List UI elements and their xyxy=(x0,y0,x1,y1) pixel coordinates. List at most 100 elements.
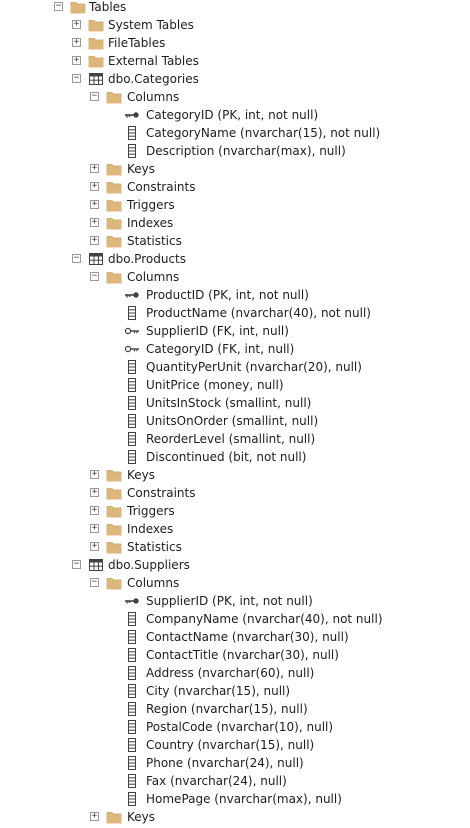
expand-toggle[interactable]: + xyxy=(90,542,99,551)
tree-node-productname-nvarchar-40-not-null[interactable]: ProductName (nvarchar(40), not null) xyxy=(0,304,470,322)
expand-toggle[interactable]: + xyxy=(90,218,99,227)
object-explorer-tree: − Tables + System Tables + FileTables + Ext… xyxy=(0,0,470,824)
tree-node-fax-nvarchar-24-null[interactable]: Fax (nvarchar(24), null) xyxy=(0,772,470,790)
tree-node-statistics[interactable]: + Statistics xyxy=(0,232,470,250)
tree-node-categoryid-pk-int-not-null[interactable]: CategoryID (PK, int, not null) xyxy=(0,106,470,124)
tree-node-supplierid-pk-int-not-null[interactable]: SupplierID (PK, int, not null) xyxy=(0,592,470,610)
column-icon xyxy=(124,611,140,627)
tree-node-region-nvarchar-15-null[interactable]: Region (nvarchar(15), null) xyxy=(0,700,470,718)
tree-node-statistics[interactable]: + Statistics xyxy=(0,538,470,556)
tree-node-label: Country (nvarchar(15), null) xyxy=(146,738,315,752)
tree-node-country-nvarchar-15-null[interactable]: Country (nvarchar(15), null) xyxy=(0,736,470,754)
column-icon xyxy=(124,701,140,717)
tree-node-triggers[interactable]: + Triggers xyxy=(0,502,470,520)
folder-icon xyxy=(106,575,122,591)
foreign-key-icon xyxy=(124,341,140,357)
tree-node-productid-pk-int-not-null[interactable]: ProductID (PK, int, not null) xyxy=(0,286,470,304)
folder-icon xyxy=(106,467,122,483)
tree-node-external-tables[interactable]: + External Tables xyxy=(0,52,470,70)
tree-node-label: Discontinued (bit, not null) xyxy=(146,450,307,464)
tree-node-contactname-nvarchar-30-null[interactable]: ContactName (nvarchar(30), null) xyxy=(0,628,470,646)
tree-node-system-tables[interactable]: + System Tables xyxy=(0,16,470,34)
expand-toggle[interactable]: + xyxy=(90,182,99,191)
tree-node-categoryid-fk-int-null[interactable]: CategoryID (FK, int, null) xyxy=(0,340,470,358)
tree-node-label: PostalCode (nvarchar(10), null) xyxy=(146,720,334,734)
tree-node-homepage-nvarchar-max-null[interactable]: HomePage (nvarchar(max), null) xyxy=(0,790,470,808)
tree-node-label: dbo.Categories xyxy=(108,72,199,86)
column-icon xyxy=(124,647,140,663)
tree-node-label: Keys xyxy=(127,468,156,482)
expand-toggle[interactable]: + xyxy=(72,38,81,47)
column-icon xyxy=(124,359,140,375)
expand-toggle[interactable]: + xyxy=(90,164,99,173)
collapse-toggle[interactable]: − xyxy=(54,2,63,11)
expand-toggle[interactable]: + xyxy=(90,524,99,533)
tree-node-dbo-suppliers[interactable]: − dbo.Suppliers xyxy=(0,556,470,574)
tree-node-postalcode-nvarchar-10-null[interactable]: PostalCode (nvarchar(10), null) xyxy=(0,718,470,736)
expand-toggle[interactable]: + xyxy=(90,488,99,497)
tree-node-columns[interactable]: − Columns xyxy=(0,268,470,286)
tree-node-companyname-nvarchar-40-not-null[interactable]: CompanyName (nvarchar(40), not null) xyxy=(0,610,470,628)
tree-node-dbo-categories[interactable]: − dbo.Categories xyxy=(0,70,470,88)
column-icon xyxy=(124,737,140,753)
tree-node-keys[interactable]: + Keys xyxy=(0,808,470,826)
collapse-toggle[interactable]: − xyxy=(72,74,81,83)
column-icon xyxy=(124,395,140,411)
tree-node-discontinued-bit-not-null[interactable]: Discontinued (bit, not null) xyxy=(0,448,470,466)
expand-toggle[interactable]: + xyxy=(90,506,99,515)
tree-node-tables[interactable]: − Tables xyxy=(0,0,470,16)
tree-node-quantityperunit-nvarchar-20-null[interactable]: QuantityPerUnit (nvarchar(20), null) xyxy=(0,358,470,376)
folder-icon xyxy=(106,89,122,105)
tree-node-contacttitle-nvarchar-30-null[interactable]: ContactTitle (nvarchar(30), null) xyxy=(0,646,470,664)
tree-node-indexes[interactable]: + Indexes xyxy=(0,214,470,232)
column-icon xyxy=(124,431,140,447)
tree-node-city-nvarchar-15-null[interactable]: City (nvarchar(15), null) xyxy=(0,682,470,700)
expand-toggle[interactable]: + xyxy=(90,812,99,821)
tree-node-label: dbo.Products xyxy=(108,252,186,266)
collapse-toggle[interactable]: − xyxy=(90,272,99,281)
tree-node-label: Columns xyxy=(127,576,180,590)
tree-node-phone-nvarchar-24-null[interactable]: Phone (nvarchar(24), null) xyxy=(0,754,470,772)
tree-node-keys[interactable]: + Keys xyxy=(0,160,470,178)
tree-node-filetables[interactable]: + FileTables xyxy=(0,34,470,52)
tree-node-label: Constraints xyxy=(127,180,196,194)
tree-node-label: CategoryName (nvarchar(15), not null) xyxy=(146,126,381,140)
tree-node-categoryname-nvarchar-15-not-null[interactable]: CategoryName (nvarchar(15), not null) xyxy=(0,124,470,142)
column-icon xyxy=(124,449,140,465)
tree-node-label: Phone (nvarchar(24), null) xyxy=(146,756,304,770)
tree-node-label: UnitsInStock (smallint, null) xyxy=(146,396,312,410)
tree-node-triggers[interactable]: + Triggers xyxy=(0,196,470,214)
tree-node-label: SupplierID (FK, int, null) xyxy=(146,324,289,338)
expand-toggle[interactable]: + xyxy=(90,470,99,479)
collapse-toggle[interactable]: − xyxy=(72,560,81,569)
tree-node-unitprice-money-null[interactable]: UnitPrice (money, null) xyxy=(0,376,470,394)
expand-toggle[interactable]: + xyxy=(90,236,99,245)
folder-icon xyxy=(106,161,122,177)
folder-icon xyxy=(106,233,122,249)
tree-node-supplierid-fk-int-null[interactable]: SupplierID (FK, int, null) xyxy=(0,322,470,340)
tree-node-unitsonorder-smallint-null[interactable]: UnitsOnOrder (smallint, null) xyxy=(0,412,470,430)
column-icon xyxy=(124,413,140,429)
tree-node-columns[interactable]: − Columns xyxy=(0,88,470,106)
collapse-toggle[interactable]: − xyxy=(90,92,99,101)
tree-node-label: City (nvarchar(15), null) xyxy=(146,684,291,698)
tree-node-label: ReorderLevel (smallint, null) xyxy=(146,432,316,446)
tree-node-unitsinstock-smallint-null[interactable]: UnitsInStock (smallint, null) xyxy=(0,394,470,412)
tree-node-keys[interactable]: + Keys xyxy=(0,466,470,484)
expand-toggle[interactable]: + xyxy=(72,56,81,65)
collapse-toggle[interactable]: − xyxy=(90,578,99,587)
tree-node-description-nvarchar-max-null[interactable]: Description (nvarchar(max), null) xyxy=(0,142,470,160)
tree-node-indexes[interactable]: + Indexes xyxy=(0,520,470,538)
tree-node-dbo-products[interactable]: − dbo.Products xyxy=(0,250,470,268)
column-icon xyxy=(124,665,140,681)
tree-node-reorderlevel-smallint-null[interactable]: ReorderLevel (smallint, null) xyxy=(0,430,470,448)
folder-icon xyxy=(106,503,122,519)
expand-toggle[interactable]: + xyxy=(90,200,99,209)
expand-toggle[interactable]: + xyxy=(72,20,81,29)
tree-node-label: SupplierID (PK, int, not null) xyxy=(146,594,313,608)
tree-node-constraints[interactable]: + Constraints xyxy=(0,484,470,502)
tree-node-constraints[interactable]: + Constraints xyxy=(0,178,470,196)
tree-node-address-nvarchar-60-null[interactable]: Address (nvarchar(60), null) xyxy=(0,664,470,682)
collapse-toggle[interactable]: − xyxy=(72,254,81,263)
tree-node-columns[interactable]: − Columns xyxy=(0,574,470,592)
